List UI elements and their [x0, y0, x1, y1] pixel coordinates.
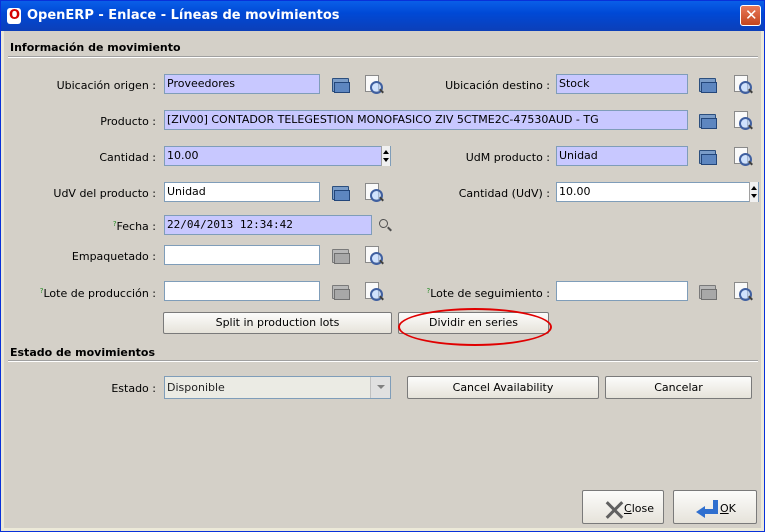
folder-icon[interactable] — [698, 283, 717, 300]
ok-button[interactable]: OK — [673, 490, 757, 524]
cantidad-field[interactable]: 10.00 — [164, 146, 391, 166]
folder-icon[interactable] — [331, 184, 350, 201]
label-estado: Estado : — [111, 382, 156, 395]
folder-icon[interactable] — [698, 112, 717, 129]
window-title: OpenERP - Enlace - Líneas de movimientos — [27, 8, 340, 23]
split-production-lots-button[interactable]: Split in production lots — [163, 312, 392, 334]
ok-button-label: OK — [720, 502, 736, 515]
udv-producto-field[interactable]: Unidad — [164, 182, 320, 202]
folder-icon[interactable] — [331, 76, 350, 93]
ok-arrow-icon — [696, 500, 718, 518]
folder-icon[interactable] — [698, 148, 717, 165]
label-fecha: ?Fecha : — [112, 220, 156, 233]
label-ubicacion-origen: Ubicación origen : — [56, 79, 156, 92]
label-udv-producto: UdV del producto : — [53, 187, 156, 200]
search-icon[interactable] — [364, 246, 384, 266]
ubicacion-origen-field[interactable]: Proveedores — [164, 74, 320, 94]
udm-producto-field[interactable]: Unidad — [556, 146, 688, 166]
section-title-informacion: Información de movimiento — [10, 41, 181, 54]
search-icon[interactable] — [364, 282, 384, 302]
cantidad-udv-field[interactable]: 10.00 — [556, 182, 759, 202]
empaquetado-field[interactable] — [164, 245, 320, 265]
close-button-label: Close — [624, 502, 654, 515]
label-ubicacion-destino: Ubicación destino : — [445, 79, 550, 92]
cancel-availability-button[interactable]: Cancel Availability — [407, 376, 599, 399]
openerp-logo-icon: O — [7, 8, 21, 24]
label-udm-producto: UdM producto : — [465, 151, 550, 164]
search-icon[interactable] — [733, 75, 753, 95]
section-title-estado: Estado de movimientos — [10, 346, 156, 359]
close-icon: ✕ — [745, 6, 758, 24]
window-close-button[interactable]: ✕ — [740, 5, 761, 26]
label-empaquetado: Empaquetado : — [71, 250, 156, 263]
dialog-window: O OpenERP - Enlace - Líneas de movimient… — [0, 0, 765, 532]
cantidad-udv-spinner[interactable] — [749, 182, 758, 202]
fecha-field[interactable]: 22/04/2013 12:34:42 — [164, 215, 372, 235]
label-producto: Producto : — [100, 115, 156, 128]
estado-select[interactable]: Disponible — [164, 376, 391, 399]
lote-seguimiento-field[interactable] — [556, 281, 688, 301]
close-button[interactable]: Close — [582, 490, 664, 524]
lote-produccion-field[interactable] — [164, 281, 320, 301]
close-x-icon — [603, 499, 625, 521]
search-icon[interactable] — [364, 183, 384, 203]
search-icon[interactable] — [733, 147, 753, 167]
label-cantidad-udv: Cantidad (UdV) : — [458, 187, 550, 200]
label-lote-produccion: ?Lote de producción : — [39, 287, 156, 300]
highlight-annotation-circle — [398, 308, 552, 346]
section-separator — [8, 56, 758, 58]
chevron-down-icon[interactable] — [370, 377, 390, 398]
search-icon[interactable] — [733, 282, 753, 302]
cantidad-spinner[interactable] — [381, 146, 390, 166]
folder-icon[interactable] — [698, 76, 717, 93]
label-lote-seguimiento: ?Lote de seguimiento : — [426, 287, 550, 300]
folder-icon[interactable] — [331, 247, 350, 264]
search-icon[interactable] — [733, 111, 753, 131]
producto-field[interactable]: [ZIV00] CONTADOR TELEGESTION MONOFASICO … — [164, 110, 688, 130]
ubicacion-destino-field[interactable]: Stock — [556, 74, 688, 94]
section-separator — [8, 360, 758, 362]
date-picker-zoom-icon[interactable] — [379, 219, 392, 232]
folder-icon[interactable] — [331, 283, 350, 300]
title-bar[interactable]: O OpenERP - Enlace - Líneas de movimient… — [1, 1, 764, 31]
label-cantidad: Cantidad : — [99, 151, 156, 164]
dialog-client-area: Información de movimiento Ubicación orig… — [4, 31, 761, 528]
cancelar-button[interactable]: Cancelar — [605, 376, 752, 399]
search-icon[interactable] — [364, 75, 384, 95]
